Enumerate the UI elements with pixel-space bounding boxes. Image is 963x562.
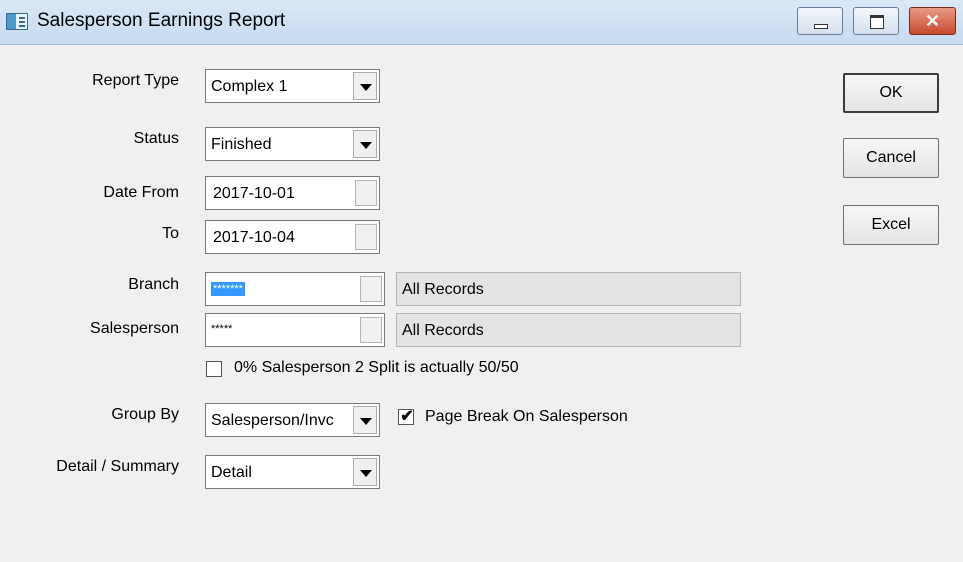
lookup-button[interactable] xyxy=(360,317,382,343)
maximize-button[interactable] xyxy=(853,7,899,35)
minimize-icon xyxy=(814,24,828,29)
group-by-value: Salesperson/Invc xyxy=(211,412,334,429)
lookup-button[interactable] xyxy=(360,276,382,302)
detail-summary-label: Detail / Summary xyxy=(56,458,179,475)
date-from-field[interactable]: 2017-10-01 xyxy=(205,176,380,210)
salesperson-display: All Records xyxy=(396,313,741,347)
page-break-label: Page Break On Salesperson xyxy=(425,408,628,425)
maximize-icon xyxy=(870,15,884,29)
salesperson-field[interactable]: ***** xyxy=(205,313,385,347)
report-type-select[interactable]: Complex 1 xyxy=(205,69,380,103)
excel-button[interactable]: Excel xyxy=(843,205,939,245)
date-to-field[interactable]: 2017-10-04 xyxy=(205,220,380,254)
chevron-down-icon[interactable] xyxy=(353,458,377,486)
status-select[interactable]: Finished xyxy=(205,127,380,161)
branch-label: Branch xyxy=(128,276,179,293)
date-to-label: To xyxy=(162,225,179,242)
branch-display-value: All Records xyxy=(402,281,484,298)
date-from-value: 2017-10-01 xyxy=(213,185,295,202)
app-icon xyxy=(6,13,28,30)
chevron-down-icon[interactable] xyxy=(353,130,377,158)
split-checkbox-label: 0% Salesperson 2 Split is actually 50/50 xyxy=(234,359,519,376)
minimize-button[interactable] xyxy=(797,7,843,35)
ok-button[interactable]: OK xyxy=(843,73,939,113)
status-value: Finished xyxy=(211,136,272,153)
split-checkbox[interactable] xyxy=(206,361,222,377)
page-break-checkbox[interactable]: ✔ xyxy=(398,408,414,425)
group-by-select[interactable]: Salesperson/Invc xyxy=(205,403,380,437)
group-by-label: Group By xyxy=(111,406,179,423)
check-icon: ✔ xyxy=(400,408,414,425)
branch-value: ******* xyxy=(211,282,245,296)
close-button[interactable]: ✕ xyxy=(909,7,956,35)
title-bar: Salesperson Earnings Report ✕ xyxy=(0,0,963,45)
date-from-label: Date From xyxy=(103,184,179,201)
window-title: Salesperson Earnings Report xyxy=(37,10,286,31)
date-picker-button[interactable] xyxy=(355,180,377,206)
branch-field[interactable]: ******* xyxy=(205,272,385,306)
status-label: Status xyxy=(133,130,179,147)
report-type-value: Complex 1 xyxy=(211,78,288,95)
chevron-down-icon[interactable] xyxy=(353,406,377,434)
detail-summary-select[interactable]: Detail xyxy=(205,455,380,489)
chevron-down-icon[interactable] xyxy=(353,72,377,100)
detail-summary-value: Detail xyxy=(211,464,252,481)
date-picker-button[interactable] xyxy=(355,224,377,250)
report-type-label: Report Type xyxy=(92,72,179,89)
close-icon: ✕ xyxy=(924,11,941,31)
cancel-button[interactable]: Cancel xyxy=(843,138,939,178)
salesperson-label: Salesperson xyxy=(90,320,179,337)
salesperson-display-value: All Records xyxy=(402,322,484,339)
salesperson-value: ***** xyxy=(211,323,233,335)
branch-display: All Records xyxy=(396,272,741,306)
date-to-value: 2017-10-04 xyxy=(213,229,295,246)
